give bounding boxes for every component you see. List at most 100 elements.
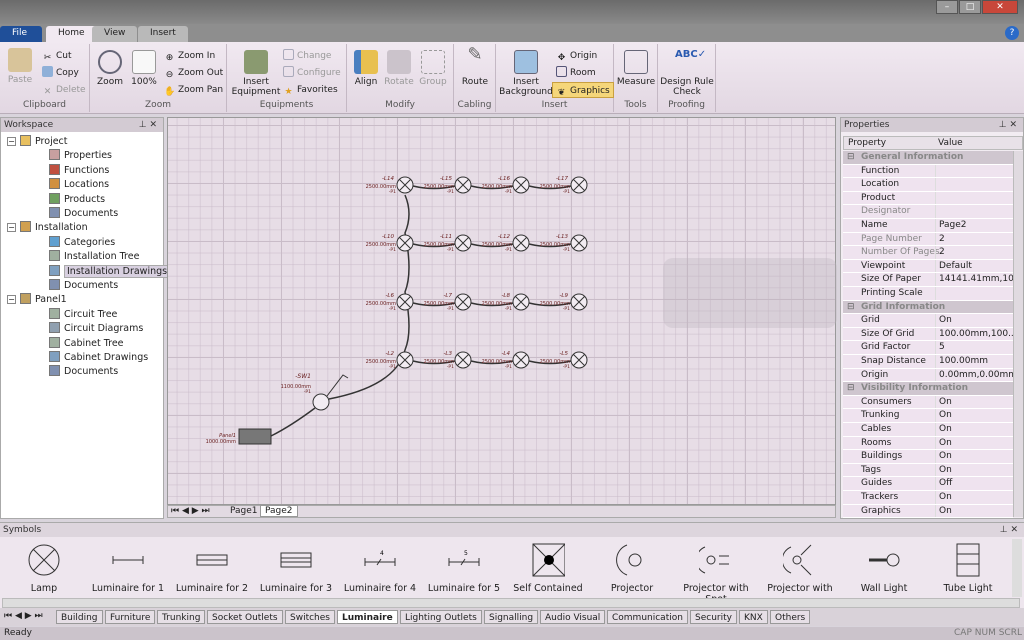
pin-close-icons[interactable]: ⊥ ✕	[139, 118, 157, 132]
zoom-in-button[interactable]: ⊕ Zoom In	[164, 48, 215, 64]
symbol-tube-light[interactable]: Tube Light	[926, 539, 1010, 594]
symbol-luminaire-5[interactable]: 5 Luminaire for 5	[422, 539, 506, 594]
drawing-canvas[interactable]: -L14 2500.00mm -P1 -L15 2500.00mm -P1 -L16 2500…	[167, 117, 837, 505]
symbol-wall-light[interactable]: Wall Light	[842, 539, 926, 594]
symbol-projector[interactable]: Projector	[590, 539, 674, 594]
minimize-button[interactable]: –	[936, 0, 958, 14]
symbols-horizontal-scrollbar[interactable]	[2, 598, 1020, 608]
property-value[interactable]: Page2	[939, 219, 967, 233]
lamp-symbol[interactable]: -L82500.00mm-P1	[482, 293, 530, 312]
origin-button[interactable]: ✥ Origin	[556, 48, 597, 64]
property-row[interactable]: Guides Off	[843, 477, 1013, 491]
zoom-out-button[interactable]: ⊖ Zoom Out	[164, 65, 223, 81]
symbol-luminaire-2[interactable]: Luminaire for 2	[170, 539, 254, 594]
symbol-tab-luminaire[interactable]: Luminaire	[337, 610, 398, 624]
symbol-tab-others[interactable]: Others	[770, 610, 811, 624]
lamp-symbol[interactable]: -L122500.00mm-P1	[482, 234, 530, 253]
symbols-vertical-scrollbar[interactable]	[1012, 539, 1022, 597]
symbol-lamp[interactable]: Lamp	[2, 539, 86, 594]
property-value[interactable]: 14141.41mm,10...	[939, 273, 1022, 287]
property-row[interactable]: Origin 0.00mm,0.00mm	[843, 368, 1017, 383]
property-row[interactable]: Tags On	[843, 463, 1013, 478]
property-row[interactable]: Size Of Paper 14141.41mm,10...	[843, 273, 1022, 287]
symbol-tab-security[interactable]: Security	[690, 610, 737, 624]
property-row[interactable]: Function	[843, 164, 1013, 179]
symbol-tab-communication[interactable]: Communication	[607, 610, 688, 624]
property-section[interactable]: ⊟ General Information	[843, 151, 1013, 165]
lamp-symbol[interactable]: -L22500.00mm-P1	[366, 351, 414, 370]
property-value[interactable]: On	[939, 505, 952, 519]
page-tab-1[interactable]: Page1	[226, 506, 262, 516]
lamp-symbol[interactable]: -L42500.00mm-P1	[482, 351, 530, 370]
tree-item[interactable]: − Project	[7, 135, 68, 147]
symbol-luminaire-1[interactable]: Luminaire for 1	[86, 539, 170, 594]
symbol-tab-building[interactable]: Building	[56, 610, 103, 624]
property-row[interactable]: Page Number 2	[843, 232, 1013, 247]
graphics-button[interactable]: ❦ Graphics	[552, 82, 614, 98]
property-value[interactable]: On	[939, 450, 952, 464]
collapse-toggle-icon[interactable]: ⊟	[847, 301, 855, 315]
symbol-tab-socket-outlets[interactable]: Socket Outlets	[207, 610, 283, 624]
property-row[interactable]: Grid Factor 5	[843, 341, 1013, 355]
property-row[interactable]: Size Of Grid 100.00mm,100....	[843, 327, 1020, 342]
property-value[interactable]: On	[939, 396, 952, 410]
symbol-tab-trunking[interactable]: Trunking	[157, 610, 206, 624]
lamp-symbol[interactable]: -L112500.00mm-P1	[424, 234, 472, 253]
favorites-button[interactable]: ★ Favorites	[283, 82, 337, 98]
tree-item[interactable]: Products	[49, 192, 105, 205]
group-button[interactable]: Group	[417, 50, 449, 87]
property-value[interactable]: 100.00mm,100....	[939, 328, 1020, 342]
tab-file[interactable]: File	[0, 26, 42, 42]
symbol-projector-spot[interactable]: Projector with Spot	[674, 539, 758, 605]
property-value[interactable]: On	[939, 409, 952, 423]
lamp-symbol[interactable]: -L72500.00mm-P1	[424, 293, 472, 312]
collapse-toggle-icon[interactable]: ⊟	[847, 151, 855, 165]
lamp-symbol[interactable]: -L92500.00mm-P1	[540, 293, 588, 312]
lamp-symbol[interactable]: -L142500.00mm-P1	[366, 176, 414, 195]
tree-item[interactable]: Cabinet Drawings	[49, 351, 148, 363]
tab-view[interactable]: View	[92, 26, 138, 42]
symbol-luminaire-3[interactable]: Luminaire for 3	[254, 539, 338, 594]
symbol-luminaire-4[interactable]: 4 Luminaire for 4	[338, 539, 422, 594]
page-tab-2[interactable]: Page2	[260, 505, 298, 517]
property-row[interactable]: Trunking On	[843, 409, 1013, 423]
property-value[interactable]: Default	[939, 260, 972, 274]
property-row[interactable]: Name Page2	[843, 219, 1013, 233]
pin-close-icons[interactable]: ⊥ ✕	[1000, 523, 1018, 537]
symbol-tab-furniture[interactable]: Furniture	[105, 610, 156, 624]
lamp-symbol[interactable]: -L132500.00mm-P1	[540, 234, 588, 253]
tree-item[interactable]: Circuit Tree	[49, 307, 117, 320]
paste-button[interactable]: Paste	[6, 48, 34, 85]
tree-item[interactable]: Documents	[49, 365, 118, 377]
property-row[interactable]: Snap Distance 100.00mm	[843, 355, 1013, 369]
tree-item[interactable]: Locations	[49, 178, 109, 190]
switch-symbol[interactable]: -SW11100.00mm-P1	[281, 373, 349, 411]
properties-scrollbar[interactable]	[1013, 151, 1023, 517]
property-value[interactable]: 100.00mm	[939, 355, 988, 369]
insert-equipment-button[interactable]: Insert Equipment	[231, 50, 281, 97]
cable[interactable]	[270, 407, 316, 437]
zoom-100-button[interactable]: 100%	[130, 50, 158, 87]
route-button[interactable]: ✎ Route	[458, 46, 492, 88]
rotate-button[interactable]: Rotate	[383, 50, 415, 87]
collapse-toggle-icon[interactable]: −	[7, 223, 16, 233]
lamp-symbol[interactable]: -L62500.00mm-P1	[366, 293, 414, 312]
property-row[interactable]: Buildings On	[843, 450, 1013, 464]
symbol-tab-switches[interactable]: Switches	[285, 610, 335, 624]
page-nav-arrows[interactable]: ⏮ ◀ ▶ ⏭	[171, 506, 210, 516]
lamp-symbol[interactable]: -L102500.00mm-P1	[366, 234, 414, 253]
collapse-toggle-icon[interactable]: −	[7, 137, 16, 146]
tree-item[interactable]: Properties	[49, 149, 112, 161]
cut-button[interactable]: ✂ Cut	[42, 48, 72, 64]
collapse-toggle-icon[interactable]: −	[7, 295, 16, 305]
property-row[interactable]: Printing Scale	[843, 287, 1013, 301]
symbol-tab-knx[interactable]: KNX	[739, 610, 768, 624]
copy-button[interactable]: Copy	[42, 65, 79, 81]
property-row[interactable]: Designator	[843, 205, 1013, 219]
close-button[interactable]: ✕	[982, 0, 1018, 14]
symbol-self-contained[interactable]: Self Contained	[506, 539, 590, 594]
tree-item[interactable]: Circuit Diagrams	[49, 322, 143, 334]
property-row[interactable]: Viewpoint Default	[843, 259, 1013, 274]
lamp-symbol[interactable]: -L52500.00mm-P1	[540, 351, 588, 370]
property-value[interactable]: On	[939, 491, 952, 505]
